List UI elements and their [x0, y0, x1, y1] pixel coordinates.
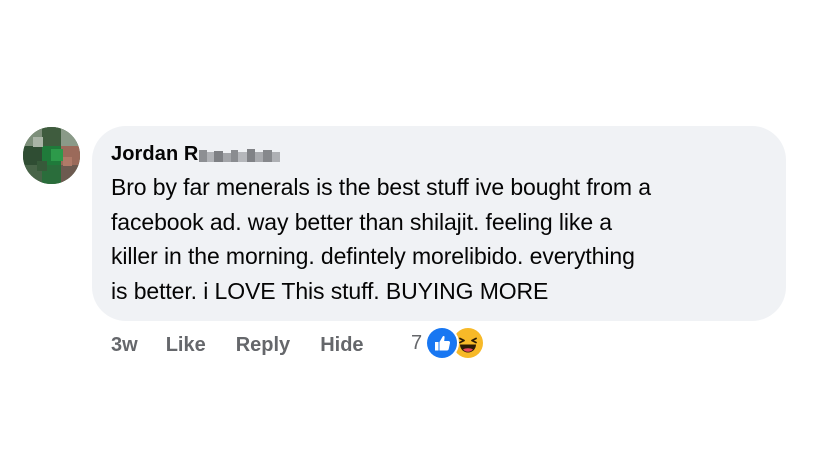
comment-line: facebook ad. way better than shilajit. f… — [111, 208, 613, 235]
comment-author[interactable]: Jordan R — [111, 142, 281, 166]
reactions-summary[interactable]: 7 — [411, 326, 486, 360]
hide-button[interactable]: Hide — [320, 334, 363, 357]
reply-button[interactable]: Reply — [236, 334, 290, 357]
comment-text: Bro by far menerals is the best stuff iv… — [111, 170, 771, 308]
comment-line: killer in the morning. defintely morelib… — [111, 243, 635, 269]
avatar[interactable] — [23, 127, 80, 184]
avatar-image — [23, 127, 80, 184]
comment-line: is better. i LOVE This stuff. BUYING MOR… — [111, 277, 549, 304]
comment-actions: 3w Like Reply Hide — [111, 330, 364, 360]
comment-line: Bro by far menerals is the best stuff iv… — [111, 174, 651, 200]
comment-timestamp[interactable]: 3w — [111, 334, 138, 357]
like-button[interactable]: Like — [166, 334, 206, 357]
comment-bubble: Jordan R Bro by far menerals is the best… — [92, 126, 786, 321]
like-icon — [425, 326, 460, 360]
author-name-obscured — [199, 147, 281, 164]
reaction-count: 7 — [411, 331, 423, 354]
comment-container: Jordan R Bro by far menerals is the best… — [0, 0, 820, 472]
author-name[interactable]: Jordan R — [111, 143, 198, 166]
